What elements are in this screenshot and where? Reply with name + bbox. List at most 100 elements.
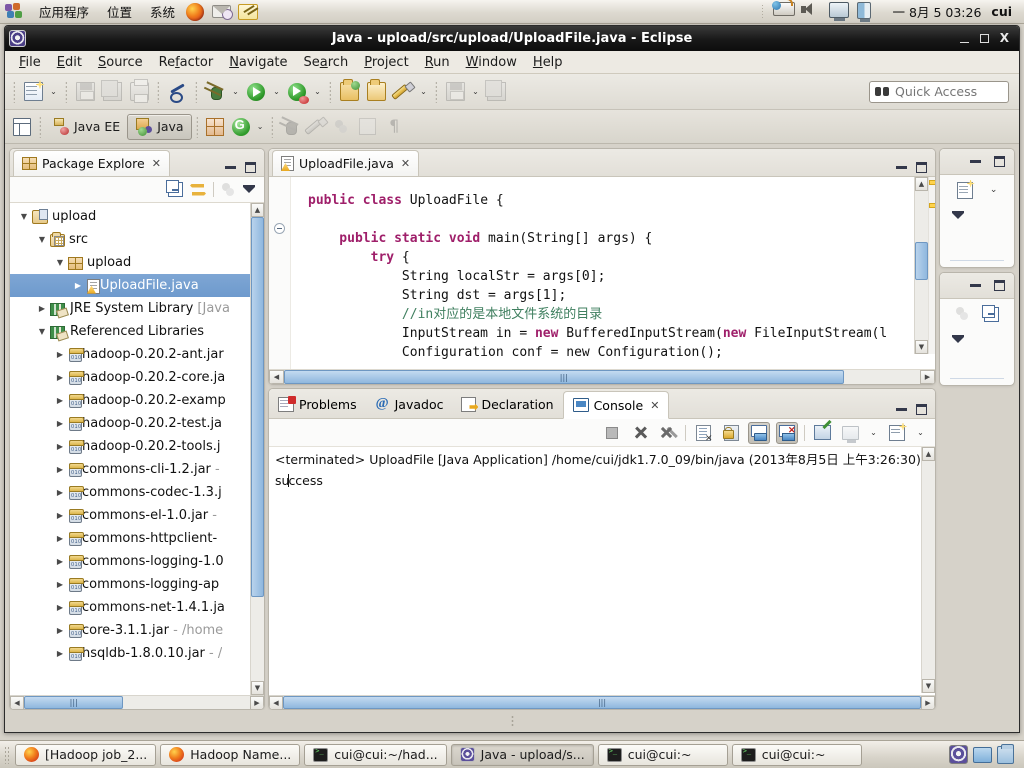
editor-hscroll-thumb[interactable]: |||: [284, 370, 844, 384]
desktop-menu-places[interactable]: 位置: [98, 0, 141, 23]
tree-item[interactable]: commons-el-1.0.jar -: [10, 504, 250, 527]
scroll-left-button[interactable]: ◀: [10, 696, 24, 709]
minimize-icon[interactable]: [896, 408, 907, 411]
menu-window[interactable]: Window: [458, 53, 525, 72]
tree-vertical-scrollbar[interactable]: ▲ ▼: [250, 203, 264, 695]
menu-run[interactable]: Run: [417, 53, 458, 72]
scroll-left-button[interactable]: ◀: [269, 696, 283, 709]
save-button[interactable]: [72, 79, 98, 105]
maximize-icon[interactable]: [916, 404, 927, 415]
open-perspective-button[interactable]: [9, 114, 35, 140]
collapse-all-icon[interactable]: [984, 307, 999, 322]
chevron-down-icon[interactable]: ⌄: [990, 185, 998, 195]
save-all-button[interactable]: [99, 79, 125, 105]
console-hscroll-track[interactable]: |||: [283, 696, 921, 709]
run-external-dropdown-arrow[interactable]: ⌄: [311, 80, 324, 104]
tree-item[interactable]: core-3.1.1.jar - /home: [10, 619, 250, 642]
console-horizontal-scrollbar[interactable]: ◀ ||| ▶: [269, 695, 935, 709]
minimize-icon[interactable]: [225, 166, 236, 169]
table-button[interactable]: [355, 114, 381, 140]
tree-item[interactable]: hadoop-0.20.2-tools.j: [10, 435, 250, 458]
tree-item[interactable]: commons-cli-1.2.jar -: [10, 458, 250, 481]
console-hscroll-thumb[interactable]: |||: [283, 696, 921, 709]
remove-all-terminated-button[interactable]: [657, 422, 679, 444]
run-external-button[interactable]: [284, 79, 310, 105]
tab-console[interactable]: Console ✕: [563, 391, 670, 419]
clock[interactable]: 一 8月 5 03:26: [893, 2, 982, 21]
minimize-icon[interactable]: [896, 166, 907, 169]
menu-source[interactable]: Source: [90, 53, 151, 72]
twisty-closed-icon[interactable]: [52, 396, 68, 406]
focus-icon[interactable]: [955, 307, 970, 321]
code-editor[interactable]: public class UploadFile { public static …: [269, 177, 935, 369]
tree-item[interactable]: hadoop-0.20.2-examp: [10, 389, 250, 412]
tab-package-explorer[interactable]: Package Explore ✕: [13, 150, 170, 176]
quick-fix-button[interactable]: [164, 79, 190, 105]
desktop-menu-applications[interactable]: 应用程序: [30, 0, 98, 23]
twisty-closed-icon[interactable]: [52, 442, 68, 452]
window-close-button[interactable]: X: [1000, 34, 1009, 43]
focus-icon[interactable]: [221, 183, 236, 197]
twisty-closed-icon[interactable]: [70, 281, 86, 291]
close-icon[interactable]: ✕: [401, 157, 410, 170]
twisty-open-icon[interactable]: [34, 235, 50, 245]
view-menu-icon[interactable]: [243, 183, 256, 196]
editor-vertical-scrollbar[interactable]: ▲ ▼: [914, 177, 928, 354]
scroll-right-button[interactable]: ▶: [920, 370, 935, 384]
editor-hscroll-track[interactable]: |||: [284, 370, 920, 384]
view-menu-icon[interactable]: [952, 333, 965, 346]
open-console-button[interactable]: [886, 422, 908, 444]
current-user[interactable]: cui: [991, 4, 1012, 19]
tree-item[interactable]: commons-httpclient-: [10, 527, 250, 550]
next-annotation-dropdown-arrow[interactable]: ⌄: [469, 80, 482, 104]
collapse-all-icon[interactable]: [168, 182, 183, 197]
warning-marker[interactable]: [929, 180, 935, 185]
twisty-open-icon[interactable]: [34, 327, 50, 337]
scroll-up-button[interactable]: ▲: [915, 177, 928, 191]
next-annotation-button[interactable]: [442, 79, 468, 105]
tree-item[interactable]: src: [10, 228, 250, 251]
workspace-switcher-icon[interactable]: [949, 745, 968, 764]
maximize-icon[interactable]: [245, 162, 256, 173]
bubbles-button[interactable]: [329, 114, 355, 140]
twisty-closed-icon[interactable]: [52, 511, 68, 521]
perspective-java-ee[interactable]: Java EE: [45, 114, 127, 140]
desktop-menu-system[interactable]: 系统: [141, 0, 184, 23]
scroll-up-button[interactable]: ▲: [922, 447, 935, 461]
taskbar-item[interactable]: Java - upload/s...: [451, 744, 594, 766]
tab-uploadfile-java[interactable]: UploadFile.java ✕: [272, 150, 419, 176]
scroll-lock-button[interactable]: [720, 422, 742, 444]
clear-console-button[interactable]: [692, 422, 714, 444]
taskbar-item[interactable]: [Hadoop job_2...: [15, 744, 156, 766]
close-icon[interactable]: ✕: [152, 157, 161, 170]
tree-item[interactable]: commons-net-1.4.1.ja: [10, 596, 250, 619]
editor-vscroll-track[interactable]: [915, 191, 928, 340]
minimize-icon[interactable]: [970, 160, 981, 163]
open-type-button[interactable]: [336, 79, 362, 105]
warning-marker[interactable]: [929, 203, 935, 208]
tree-item[interactable]: upload: [10, 205, 250, 228]
search-dropdown-arrow[interactable]: ⌄: [417, 80, 430, 104]
gwt-dropdown-arrow[interactable]: ⌄: [254, 115, 267, 139]
scroll-down-button[interactable]: ▼: [251, 681, 264, 695]
debug-button[interactable]: [202, 79, 228, 105]
chevron-down-icon-2[interactable]: ⌄: [914, 421, 927, 445]
close-icon[interactable]: ✕: [650, 399, 659, 412]
run-button[interactable]: [243, 79, 269, 105]
new-outline-icon[interactable]: [957, 182, 973, 199]
folder-icon[interactable]: [973, 747, 992, 763]
pin-console-button[interactable]: [811, 422, 833, 444]
twisty-closed-icon[interactable]: [52, 350, 68, 360]
scroll-right-button[interactable]: ▶: [250, 696, 264, 709]
open-resource-button[interactable]: [363, 79, 389, 105]
scroll-down-button[interactable]: ▼: [922, 679, 935, 693]
paragraph-button[interactable]: [381, 114, 407, 140]
search-button[interactable]: [390, 79, 416, 105]
window-maximize-button[interactable]: [980, 34, 989, 43]
maximize-icon[interactable]: [916, 162, 927, 173]
fold-collapse-icon[interactable]: [274, 223, 285, 234]
pen-button[interactable]: [303, 114, 329, 140]
twisty-closed-icon[interactable]: [52, 534, 68, 544]
tree-item[interactable]: hadoop-0.20.2-ant.jar: [10, 343, 250, 366]
tree-item-selected[interactable]: UploadFile.java: [10, 274, 250, 297]
